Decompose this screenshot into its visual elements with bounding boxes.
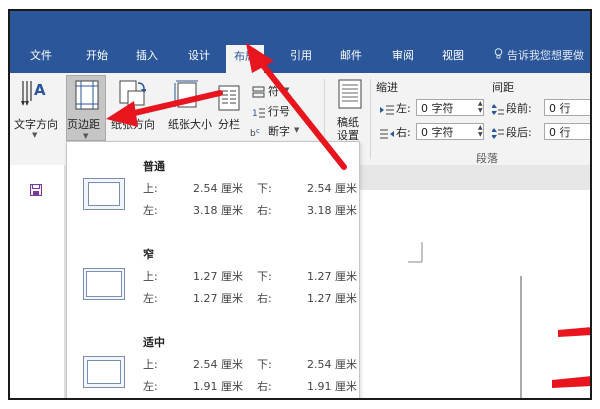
lightbulb-icon	[494, 48, 503, 62]
page-content-marks	[408, 242, 592, 400]
bottom-label: 下:	[257, 182, 272, 195]
draft-paper-label[interactable]: 稿纸设置	[337, 116, 361, 142]
tab-file[interactable]: 文件	[30, 47, 52, 63]
svg-text:c: c	[256, 127, 260, 135]
tab-home[interactable]: 开始	[86, 47, 108, 63]
indent-left-label: 左:	[396, 102, 411, 115]
indent-right-label: 右:	[396, 126, 411, 139]
bottom-label: 下:	[257, 270, 272, 283]
margin-preview-icon	[83, 178, 125, 210]
tab-view[interactable]: 视图	[442, 47, 464, 63]
top-value: 2.54 厘米	[193, 358, 243, 371]
tab-mailings[interactable]: 邮件	[340, 47, 362, 63]
line-numbers-label[interactable]: 行号	[268, 103, 290, 119]
left-label: 左:	[143, 292, 158, 305]
tab-design[interactable]: 设计	[188, 47, 210, 63]
top-label: 上:	[143, 182, 158, 195]
margins-dropdown: 普通 上: 2.54 厘米 下: 2.54 厘米 左: 3.18 厘米 右: 3…	[66, 141, 360, 400]
margin-preview-icon	[83, 268, 125, 300]
quick-access-panel	[8, 165, 65, 400]
spacing-after-label: 段后:	[506, 126, 532, 139]
right-label: 右:	[257, 292, 272, 305]
margin-option-narrow[interactable]: 窄 上: 1.27 厘米 下: 1.27 厘米 左: 1.27 厘米 右: 1.…	[67, 234, 359, 318]
tab-review[interactable]: 审阅	[392, 47, 414, 63]
tell-me-text: 告诉我您想要做	[507, 49, 584, 62]
tab-layout[interactable]: 布局	[226, 45, 264, 73]
bottom-value: 2.54 厘米	[307, 358, 357, 371]
columns-icon[interactable]	[218, 85, 240, 115]
left-label: 左:	[143, 380, 158, 393]
right-value: 1.91 厘米	[307, 380, 357, 393]
svg-text:1: 1	[252, 109, 258, 118]
hyphenation-icon[interactable]: bc	[250, 123, 266, 142]
top-label: 上:	[143, 358, 158, 371]
left-value: 3.18 厘米	[193, 204, 243, 217]
top-value: 2.54 厘米	[193, 182, 243, 195]
margins-button[interactable]: 页边距 ▼	[66, 75, 106, 141]
svg-text:A: A	[34, 81, 46, 99]
indent-right-spinner[interactable]: ▲ ▼	[478, 124, 483, 138]
draft-paper-icon[interactable]	[338, 79, 362, 113]
group-divider	[370, 79, 371, 159]
left-value: 1.27 厘米	[193, 292, 243, 305]
document-page[interactable]	[360, 190, 592, 400]
text-direction-icon[interactable]: A	[20, 79, 46, 113]
paper-size-label[interactable]: 纸张大小	[168, 116, 212, 132]
breaks-label[interactable]: 符	[268, 83, 279, 99]
option-title: 窄	[143, 248, 154, 261]
top-value: 1.27 厘米	[193, 270, 243, 283]
spacing-before-input[interactable]: 0 行	[544, 99, 592, 116]
text-direction-label[interactable]: 文字方向	[14, 116, 58, 132]
tab-references[interactable]: 引用	[290, 47, 312, 63]
right-label: 右:	[257, 204, 272, 217]
left-value: 1.91 厘米	[193, 380, 243, 393]
indent-right-icon	[380, 125, 394, 144]
top-label: 上:	[143, 270, 158, 283]
tab-insert[interactable]: 插入	[136, 47, 158, 63]
word-window: 文件 开始 插入 设计 布局 引用 邮件 审阅 视图 告诉我您想要做 A 文字方	[8, 9, 592, 400]
indent-right-input[interactable]: 0 字符	[416, 123, 484, 140]
bottom-label: 下:	[257, 358, 272, 371]
spacing-title: 间距	[492, 81, 514, 94]
spacing-after-input[interactable]: 0 行	[544, 123, 592, 140]
hyphenation-caret[interactable]: ▼	[294, 126, 299, 134]
indent-left-icon	[380, 101, 394, 120]
paragraph-group-label: 段落	[476, 152, 498, 165]
tell-me-search[interactable]: 告诉我您想要做	[494, 47, 584, 63]
margins-caret: ▼	[83, 132, 89, 140]
breaks-caret[interactable]: ▼	[284, 86, 289, 94]
bottom-value: 1.27 厘米	[307, 270, 357, 283]
text-direction-caret[interactable]: ▼	[32, 131, 37, 139]
bottom-value: 2.54 厘米	[307, 182, 357, 195]
title-bar	[8, 9, 592, 41]
ribbon-tab-bar: 文件 开始 插入 设计 布局 引用 邮件 审阅 视图 告诉我您想要做	[8, 41, 592, 73]
orientation-icon[interactable]	[118, 79, 147, 113]
left-label: 左:	[143, 204, 158, 217]
breaks-icon[interactable]	[252, 83, 266, 102]
margins-label: 页边距	[67, 118, 100, 131]
margin-preview-icon	[83, 356, 125, 388]
save-icon[interactable]	[29, 181, 43, 200]
spacing-after-icon	[491, 125, 504, 144]
hyphenation-label[interactable]: 断字	[268, 123, 290, 139]
right-value: 3.18 厘米	[307, 204, 357, 217]
right-value: 1.27 厘米	[307, 292, 357, 305]
columns-label[interactable]: 分栏	[218, 116, 240, 132]
indent-left-spinner[interactable]: ▲ ▼	[478, 100, 483, 114]
spacing-before-label: 段前:	[506, 102, 532, 115]
margin-option-normal[interactable]: 普通 上: 2.54 厘米 下: 2.54 厘米 左: 3.18 厘米 右: 3…	[67, 142, 359, 226]
orientation-label[interactable]: 纸张方向	[111, 116, 155, 132]
margins-icon	[75, 80, 99, 114]
paper-size-icon[interactable]	[174, 79, 200, 113]
line-numbers-icon[interactable]: 1	[252, 103, 266, 122]
option-title: 普通	[143, 160, 165, 173]
margin-option-moderate[interactable]: 适中 上: 2.54 厘米 下: 2.54 厘米 左: 1.91 厘米 右: 1…	[67, 322, 359, 400]
indent-title: 缩进	[376, 81, 398, 94]
spacing-before-icon	[491, 101, 504, 120]
indent-left-input[interactable]: 0 字符	[416, 99, 484, 116]
option-title: 适中	[143, 336, 165, 349]
right-label: 右:	[257, 380, 272, 393]
